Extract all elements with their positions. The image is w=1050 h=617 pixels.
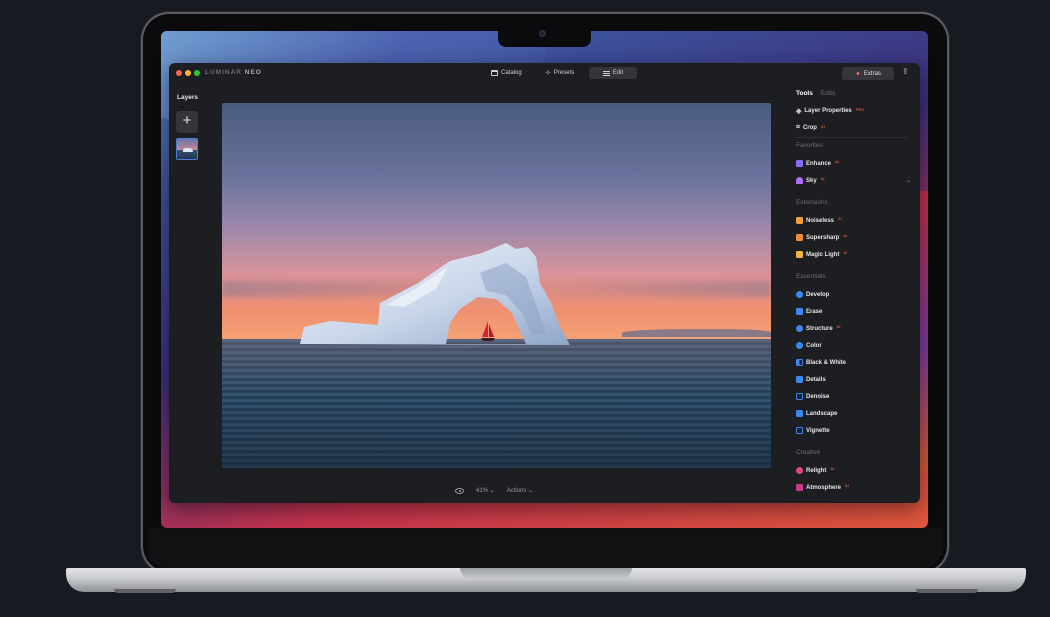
develop-icon [796, 291, 803, 298]
relight-icon [796, 467, 803, 474]
camera-icon [539, 30, 546, 37]
tools-panel: Tools Edits ◈ Layer Properties PRO ⌗ Cro… [790, 87, 915, 503]
section-creative: Creative [796, 449, 821, 456]
layers-title: Layers [177, 94, 198, 101]
tool-details[interactable]: Details [796, 376, 826, 383]
denoise-icon [796, 393, 803, 400]
tool-noiseless[interactable]: Noiseless AI [796, 216, 842, 224]
atmosphere-icon [796, 484, 803, 491]
bottom-bezel [148, 528, 942, 568]
tool-layer-properties[interactable]: ◈ Layer Properties PRO [796, 107, 864, 116]
close-window-button[interactable] [176, 70, 182, 76]
camera-notch [498, 29, 591, 47]
tool-vignette[interactable]: Vignette [796, 427, 830, 434]
edit-icon [602, 70, 610, 76]
tool-enhance[interactable]: Enhance AI [796, 159, 839, 167]
layer-thumbnail[interactable] [176, 138, 198, 160]
black-white-icon [796, 359, 803, 366]
app-window: LUMINAR NEO Catalog ✧ Presets Edit ✦ Ext… [169, 63, 920, 503]
share-icon[interactable]: ⇪ [902, 67, 909, 76]
tab-catalog[interactable]: Catalog [485, 67, 528, 79]
color-icon [796, 342, 803, 349]
panel-tabs: Tools Edits [796, 90, 835, 97]
magic-light-icon [796, 251, 803, 258]
tab-tools[interactable]: Tools [796, 90, 813, 97]
erase-icon [796, 308, 803, 315]
minimize-window-button[interactable] [185, 70, 191, 76]
title-bar: LUMINAR NEO Catalog ✧ Presets Edit ✦ Ext… [169, 63, 920, 83]
zoom-window-button[interactable] [194, 70, 200, 76]
layers-icon: ◈ [796, 108, 802, 115]
tool-landscape[interactable]: Landscape [796, 410, 837, 417]
extras-icon: ✦ [855, 70, 861, 78]
tool-sky[interactable]: Sky AI [796, 176, 824, 184]
tool-structure[interactable]: Structure AI [796, 324, 840, 332]
base-opening-notch [460, 568, 632, 578]
enhance-icon [796, 160, 803, 167]
extras-button[interactable]: ✦ Extras [842, 67, 894, 80]
zoom-dropdown[interactable]: 41% ⌄ [476, 487, 495, 494]
section-essentials: Essentials [796, 273, 826, 280]
photo-sailboat [481, 321, 495, 341]
photo-distant-land [622, 329, 771, 337]
divider [796, 137, 908, 138]
tab-presets[interactable]: ✧ Presets [539, 67, 580, 79]
sky-icon [796, 177, 803, 184]
photo-sea-shade [222, 339, 771, 468]
photo-canvas[interactable] [222, 103, 771, 468]
canvas-toolbar: 41% ⌄ Actions ⌄ [455, 487, 533, 494]
tool-relight[interactable]: Relight AI [796, 466, 834, 474]
tool-supersharp[interactable]: Supersharp AI [796, 233, 847, 241]
app-logo: LUMINAR NEO [205, 69, 262, 76]
structure-icon [796, 325, 803, 332]
actions-dropdown[interactable]: Actions ⌄ [507, 487, 533, 494]
landscape-icon [796, 410, 803, 417]
tool-crop[interactable]: ⌗ Crop AI [796, 124, 825, 132]
tab-edits[interactable]: Edits [821, 90, 835, 97]
catalog-icon [491, 70, 498, 76]
tool-magic-light[interactable]: Magic Light AI [796, 250, 847, 258]
eye-icon[interactable] [455, 487, 464, 494]
tool-black-white[interactable]: Black & White [796, 359, 846, 366]
noiseless-icon [796, 217, 803, 224]
section-favorites: Favorites [796, 142, 823, 149]
tool-erase[interactable]: Erase [796, 308, 822, 315]
section-extensions: Extensions [796, 199, 828, 206]
chevron-down-icon[interactable]: ⌄ [906, 177, 911, 184]
photo-iceberg [300, 243, 570, 345]
crop-icon: ⌗ [796, 124, 800, 131]
tool-denoise[interactable]: Denoise [796, 393, 829, 400]
vignette-icon [796, 427, 803, 434]
tool-color[interactable]: Color [796, 342, 822, 349]
laptop-foot-left [114, 589, 176, 593]
add-layer-button[interactable]: + [176, 111, 198, 133]
laptop-base [66, 568, 1026, 592]
tab-edit[interactable]: Edit [589, 67, 637, 79]
tool-atmosphere[interactable]: Atmosphere AI [796, 483, 849, 491]
presets-icon: ✧ [545, 70, 551, 77]
laptop-foot-right [916, 589, 978, 593]
supersharp-icon [796, 234, 803, 241]
tool-develop[interactable]: Develop [796, 291, 829, 298]
details-icon [796, 376, 803, 383]
